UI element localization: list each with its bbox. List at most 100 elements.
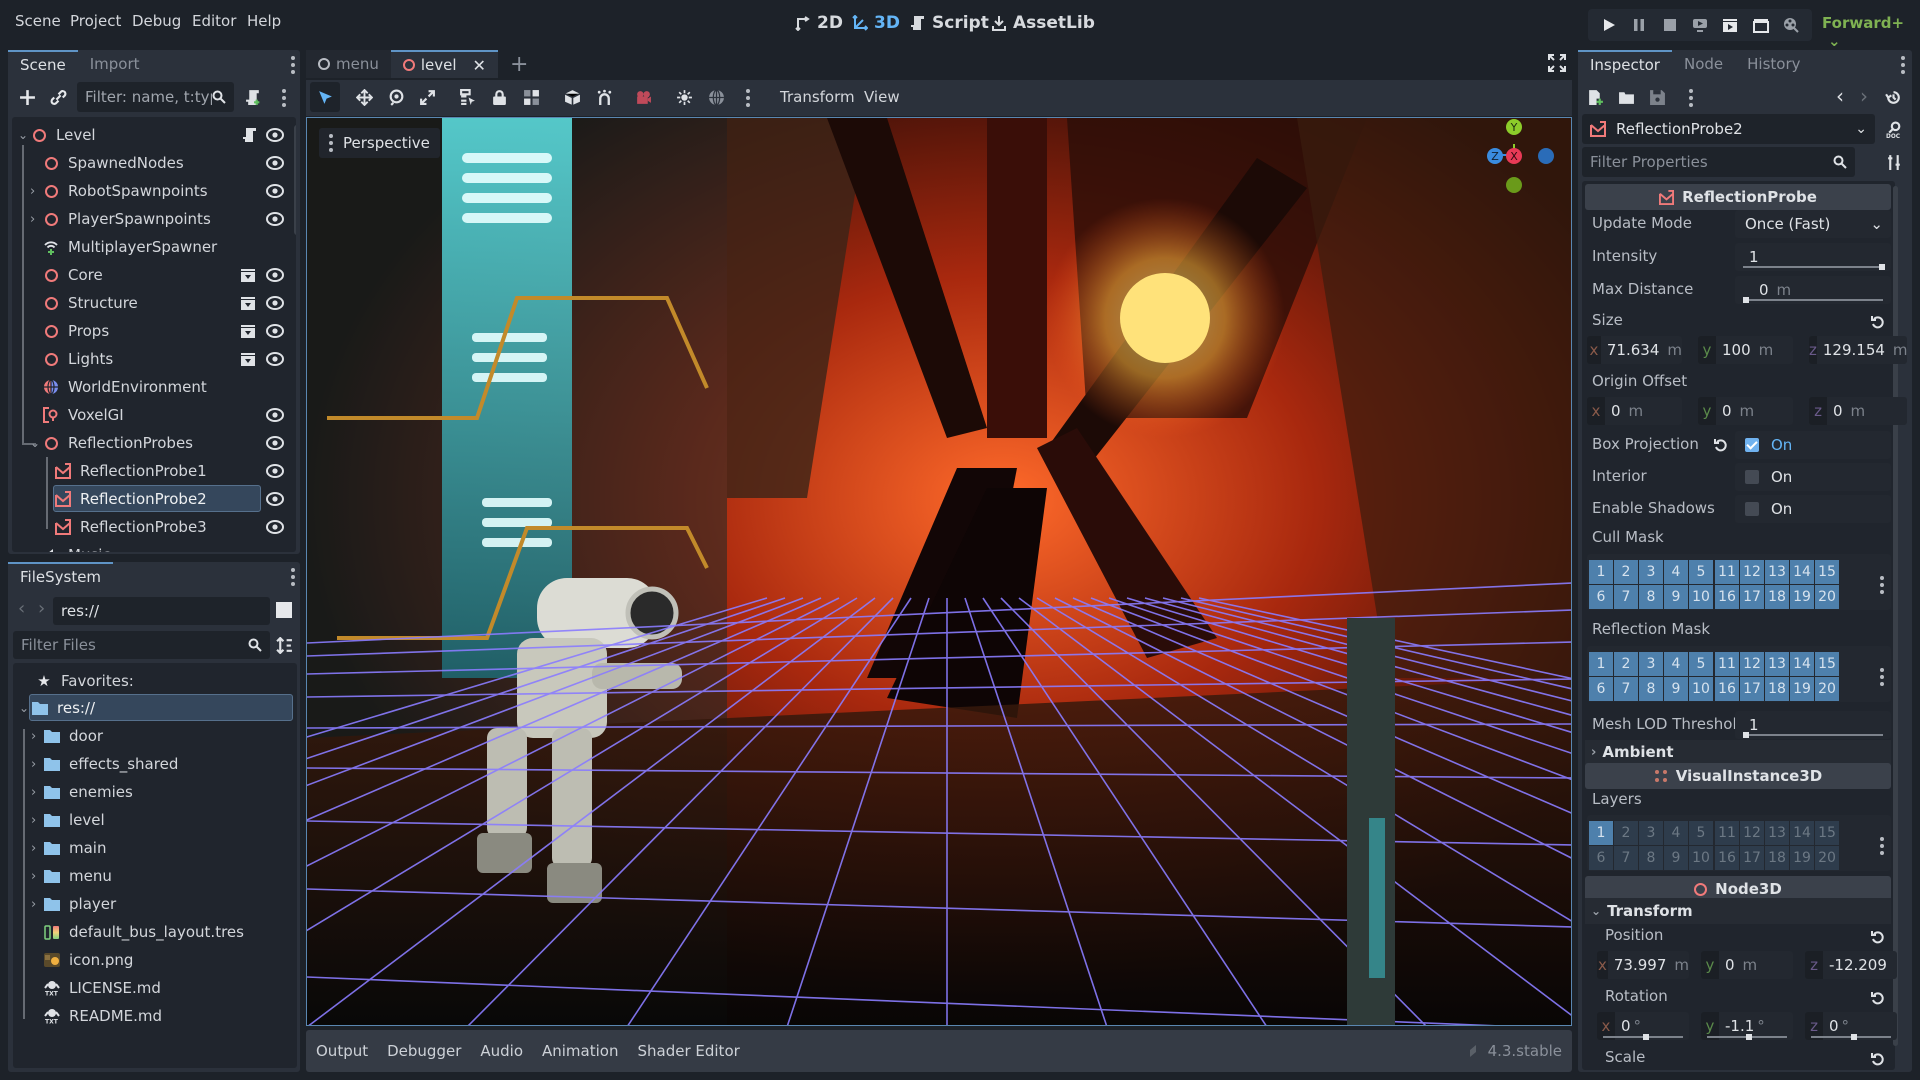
chevron-right-icon[interactable]: › xyxy=(31,897,43,912)
main-tab-3d[interactable]: 3D xyxy=(852,13,900,33)
main-tab-assetlib[interactable]: AssetLib xyxy=(991,13,1095,33)
layer-bit-7[interactable]: 7 xyxy=(1614,846,1638,870)
filter-properties-input[interactable]: Filter Properties xyxy=(1582,147,1855,177)
inspector-scrollbar[interactable] xyxy=(1893,186,1898,1046)
forward-icon[interactable]: › xyxy=(38,598,45,619)
menu-editor[interactable]: Editor xyxy=(192,12,236,30)
rotate-mode-icon[interactable] xyxy=(383,84,409,110)
intensity-knob[interactable] xyxy=(1879,264,1885,270)
file-item-effects-shared[interactable]: › effects_shared xyxy=(13,750,297,778)
bottom-tab-animation[interactable]: Animation xyxy=(542,1042,618,1060)
layer-bit-9[interactable]: 9 xyxy=(1664,846,1688,870)
layer-bit-13[interactable]: 13 xyxy=(1765,821,1789,845)
intensity-slider[interactable]: 1 xyxy=(1735,243,1891,271)
new-resource-icon[interactable] xyxy=(1582,84,1608,110)
origin-x-field[interactable]: x0m xyxy=(1587,397,1682,425)
instantiate-scene-icon[interactable] xyxy=(45,84,71,110)
list-select-icon[interactable] xyxy=(454,84,480,110)
chevron-right-icon[interactable]: › xyxy=(30,212,42,227)
view-menu[interactable]: View xyxy=(864,88,900,106)
max-distance-slider[interactable]: 0 m xyxy=(1735,276,1891,304)
menu-debug[interactable]: Debug xyxy=(132,12,181,30)
file-item-door[interactable]: › door xyxy=(13,722,297,750)
inspector-tools-icon[interactable] xyxy=(1881,149,1907,175)
gizmo-axis-x[interactable]: X xyxy=(1506,148,1522,164)
layer-bit-2[interactable]: 2 xyxy=(1614,821,1638,845)
layers-grid-a[interactable]: 1 2 3 4 5 6 7 8 9 10 xyxy=(1589,821,1713,870)
layer-bit-17[interactable]: 17 xyxy=(1740,846,1764,870)
layer-bit-19[interactable]: 19 xyxy=(1790,677,1814,701)
tree-item-core[interactable]: Core xyxy=(12,261,296,289)
interior-checkbox[interactable]: On xyxy=(1735,463,1891,491)
update-mode-select[interactable]: Once (Fast) ⌄ xyxy=(1735,210,1891,238)
chevron-right-icon[interactable]: › xyxy=(31,813,43,828)
select-mode-icon[interactable] xyxy=(310,82,340,112)
move-mode-icon[interactable] xyxy=(351,84,377,110)
transform-group[interactable]: ⌄ Transform xyxy=(1585,898,1891,924)
visibility-eye-icon[interactable] xyxy=(266,295,284,311)
rotation-z-field[interactable]: z 0 ° xyxy=(1805,1012,1897,1040)
layer-bit-12[interactable]: 12 xyxy=(1740,821,1764,845)
bottom-tab-debugger[interactable]: Debugger xyxy=(387,1042,461,1060)
layer-bit-8[interactable]: 8 xyxy=(1639,846,1663,870)
layer-bit-19[interactable]: 19 xyxy=(1790,585,1814,609)
enable-shadows-checkbox[interactable]: On xyxy=(1735,495,1891,523)
back-icon[interactable]: ‹ xyxy=(18,598,25,619)
menu-project[interactable]: Project xyxy=(70,12,121,30)
play-icon[interactable] xyxy=(1600,16,1618,34)
layer-bit-14[interactable]: 14 xyxy=(1790,652,1814,676)
tree-item-structure[interactable]: Structure xyxy=(12,289,296,317)
layer-bit-12[interactable]: 12 xyxy=(1740,560,1764,584)
visibility-eye-icon[interactable] xyxy=(266,155,284,171)
cull-mask-grid-b[interactable]: 11 12 13 14 15 16 17 18 19 20 xyxy=(1715,560,1839,609)
scale-mode-icon[interactable] xyxy=(414,84,440,110)
layer-bit-6[interactable]: 6 xyxy=(1589,677,1613,701)
add-node-icon[interactable] xyxy=(14,84,40,110)
rotation-x-field[interactable]: x 0 ° xyxy=(1597,1012,1689,1040)
tree-item-spawned-nodes[interactable]: SpawnedNodes xyxy=(12,149,296,177)
layer-bit-17[interactable]: 17 xyxy=(1740,585,1764,609)
layer-bit-9[interactable]: 9 xyxy=(1664,585,1688,609)
layer-bit-18[interactable]: 18 xyxy=(1765,677,1789,701)
tree-item-level[interactable]: ⌄ Level xyxy=(12,121,296,149)
revert-icon[interactable] xyxy=(1870,929,1886,945)
main-tab-script[interactable]: Script xyxy=(910,13,989,33)
layer-bit-11[interactable]: 11 xyxy=(1715,821,1739,845)
layer-bit-11[interactable]: 11 xyxy=(1715,652,1739,676)
tree-item-voxelgi[interactable]: VoxelGI xyxy=(12,401,296,429)
main-tab-2d[interactable]: 2D xyxy=(795,13,843,33)
open-scene-icon[interactable] xyxy=(240,295,256,311)
open-documentation-icon[interactable]: DOC xyxy=(1881,116,1907,142)
tab-scene[interactable]: Scene xyxy=(8,50,78,78)
lock-icon[interactable] xyxy=(486,84,512,110)
file-item-enemies[interactable]: › enemies xyxy=(13,778,297,806)
layer-bit-14[interactable]: 14 xyxy=(1790,821,1814,845)
preview-menu-icon[interactable] xyxy=(746,89,750,107)
layer-bit-9[interactable]: 9 xyxy=(1664,677,1688,701)
distraction-free-icon[interactable] xyxy=(1548,54,1566,72)
layer-bit-13[interactable]: 13 xyxy=(1765,652,1789,676)
size-z-field[interactable]: z 129.154 m xyxy=(1809,336,1908,364)
layer-bit-4[interactable]: 4 xyxy=(1664,560,1688,584)
tab-import[interactable]: Import xyxy=(78,50,233,78)
visibility-eye-icon[interactable] xyxy=(266,351,284,367)
file-item-default-bus-layout[interactable]: default_bus_layout.tres xyxy=(13,918,297,946)
file-item-main[interactable]: › main xyxy=(13,834,297,862)
layer-bit-16[interactable]: 16 xyxy=(1715,585,1739,609)
sun-preview-icon[interactable] xyxy=(671,84,697,110)
file-item-res[interactable]: ⌄ res:// xyxy=(13,694,297,722)
tab-inspector[interactable]: Inspector xyxy=(1578,50,1672,78)
file-item-player[interactable]: › player xyxy=(13,890,297,918)
layer-bit-5[interactable]: 5 xyxy=(1689,560,1713,584)
save-resource-icon[interactable] xyxy=(1644,84,1670,110)
size-x-field[interactable]: x 71.634 m xyxy=(1587,336,1682,364)
movie-maker-icon[interactable] xyxy=(1782,16,1800,34)
layer-bit-6[interactable]: 6 xyxy=(1589,846,1613,870)
layer-bit-8[interactable]: 8 xyxy=(1639,585,1663,609)
tree-item-robot-spawnpoints[interactable]: › RobotSpawnpoints xyxy=(12,177,296,205)
visibility-eye-icon[interactable] xyxy=(266,323,284,339)
layer-bit-14[interactable]: 14 xyxy=(1790,560,1814,584)
bottom-tab-shader-editor[interactable]: Shader Editor xyxy=(637,1042,739,1060)
pause-icon[interactable] xyxy=(1630,16,1648,34)
toggle-split-mode-icon[interactable] xyxy=(276,602,292,618)
